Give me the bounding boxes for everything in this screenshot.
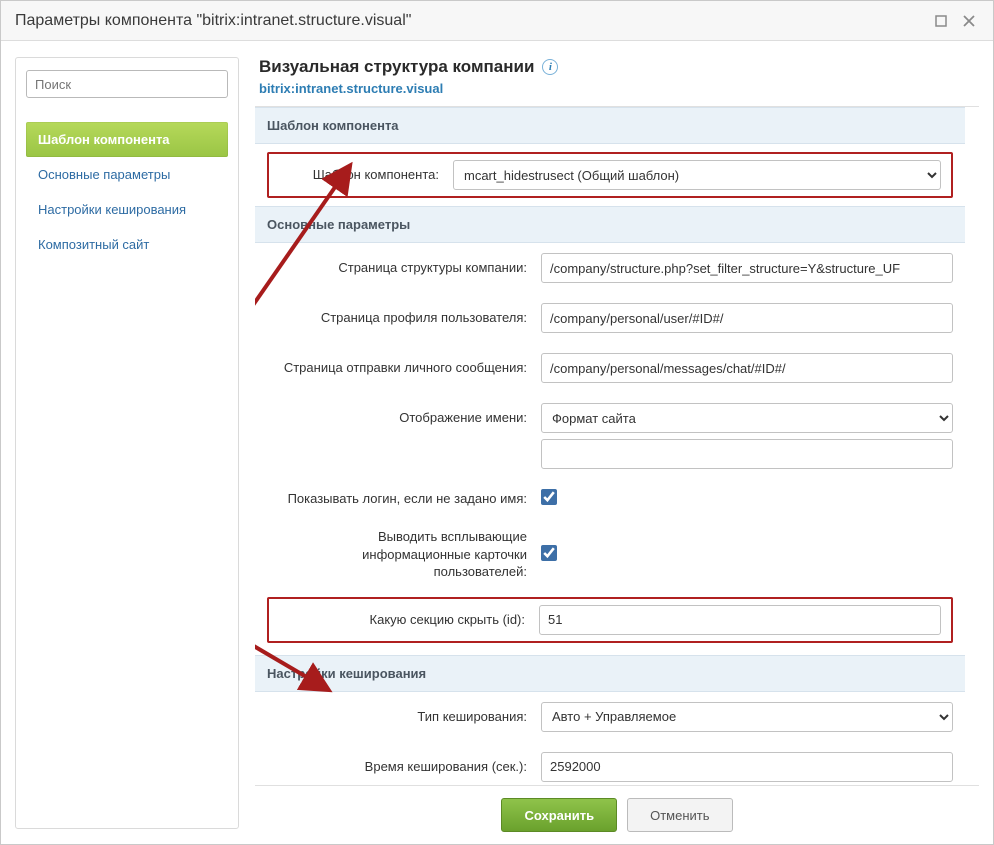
row-hide-section: Какую секцию скрыть (id):	[267, 597, 953, 643]
input-hide-section[interactable]	[539, 605, 941, 635]
row-profile-page: Страница профиля пользователя:	[255, 293, 965, 343]
row-name-display: Отображение имени: Формат сайта	[255, 393, 965, 479]
input-profile-page[interactable]	[541, 303, 953, 333]
row-cache-time: Время кеширования (сек.):	[255, 742, 965, 785]
section-head-basic: Основные параметры	[255, 206, 965, 243]
row-popup-cards: Выводить всплывающие информационные карт…	[255, 518, 965, 591]
maximize-icon[interactable]	[931, 11, 951, 31]
titlebar: Параметры компонента "bitrix:intranet.st…	[1, 1, 993, 41]
close-icon[interactable]	[959, 11, 979, 31]
dialog-window: Параметры компонента "bitrix:intranet.st…	[0, 0, 994, 845]
row-message-page: Страница отправки личного сообщения:	[255, 343, 965, 393]
sidebar-nav: Шаблон компонента Основные параметры Нас…	[26, 122, 228, 262]
checkbox-popup-cards[interactable]	[541, 545, 557, 561]
input-name-display-extra[interactable]	[541, 439, 953, 469]
sidebar-item-basic[interactable]: Основные параметры	[26, 157, 228, 192]
row-template: Шаблон компонента: mcart_hidestrusect (О…	[267, 152, 953, 198]
label-popup-cards: Выводить всплывающие информационные карт…	[267, 528, 527, 581]
section-head-template: Шаблон компонента	[255, 107, 965, 144]
input-structure-page[interactable]	[541, 253, 953, 283]
main-header: Визуальная структура компании i bitrix:i…	[255, 57, 979, 106]
page-title: Визуальная структура компании	[259, 57, 534, 77]
label-hide-section: Какую секцию скрыть (id):	[279, 611, 525, 629]
sidebar-item-cache[interactable]: Настройки кеширования	[26, 192, 228, 227]
sidebar-item-composite[interactable]: Композитный сайт	[26, 227, 228, 262]
section-head-cache: Настройки кеширования	[255, 655, 965, 692]
label-structure-page: Страница структуры компании:	[267, 259, 527, 277]
label-name-display: Отображение имени:	[267, 403, 527, 427]
search-input[interactable]	[26, 70, 228, 98]
select-name-display[interactable]: Формат сайта	[541, 403, 953, 433]
dialog-footer: Сохранить Отменить	[255, 785, 979, 844]
label-cache-time: Время кеширования (сек.):	[267, 758, 527, 776]
sidebar-item-template[interactable]: Шаблон компонента	[26, 122, 228, 157]
select-cache-type[interactable]: Авто + Управляемое	[541, 702, 953, 732]
main-panel: Визуальная структура компании i bitrix:i…	[255, 57, 979, 844]
row-cache-type: Тип кеширования: Авто + Управляемое	[255, 692, 965, 742]
label-cache-type: Тип кеширования:	[267, 708, 527, 726]
label-message-page: Страница отправки личного сообщения:	[267, 359, 527, 377]
input-cache-time[interactable]	[541, 752, 953, 782]
row-structure-page: Страница структуры компании:	[255, 243, 965, 293]
info-icon[interactable]: i	[542, 59, 558, 75]
row-show-login: Показывать логин, если не задано имя:	[255, 479, 965, 518]
component-id: bitrix:intranet.structure.visual	[259, 81, 975, 96]
sidebar: Шаблон компонента Основные параметры Нас…	[15, 57, 239, 829]
form-scroll[interactable]: Шаблон компонента Шаблон компонента: mca…	[255, 106, 979, 785]
cancel-button[interactable]: Отменить	[627, 798, 732, 832]
select-template[interactable]: mcart_hidestrusect (Общий шаблон)	[453, 160, 941, 190]
checkbox-show-login[interactable]	[541, 489, 557, 505]
label-show-login: Показывать логин, если не задано имя:	[267, 490, 527, 508]
input-message-page[interactable]	[541, 353, 953, 383]
label-template: Шаблон компонента:	[279, 166, 439, 184]
label-profile-page: Страница профиля пользователя:	[267, 309, 527, 327]
save-button[interactable]: Сохранить	[501, 798, 617, 832]
window-title: Параметры компонента "bitrix:intranet.st…	[15, 12, 923, 30]
